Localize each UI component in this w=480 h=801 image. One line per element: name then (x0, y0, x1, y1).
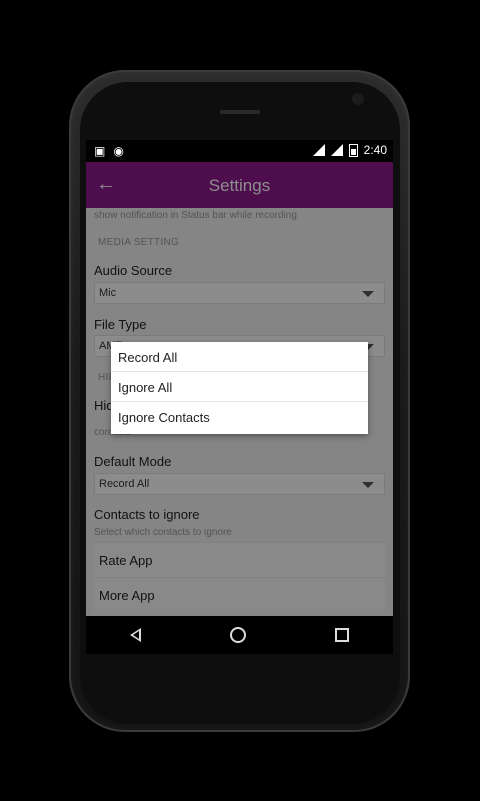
back-icon[interactable] (130, 628, 142, 642)
image-icon: ▣ (94, 144, 106, 158)
nav-bar (86, 616, 393, 654)
android-icon: ◉ (113, 144, 124, 158)
recent-apps-icon[interactable] (334, 628, 349, 642)
mode-dialog: Record All Ignore All Ignore Contacts (111, 342, 368, 434)
battery-icon (348, 143, 358, 157)
dialog-option-ignore-all[interactable]: Ignore All (111, 372, 368, 402)
home-icon[interactable] (229, 627, 246, 643)
dialog-option-record-all[interactable]: Record All (111, 342, 368, 372)
wifi-icon (312, 144, 325, 156)
front-camera (352, 93, 364, 105)
status-time: 2:40 (363, 143, 387, 157)
signal-icon (330, 144, 343, 156)
device-screen: ▣ ◉ 2:40 ← Settings show notification in… (86, 140, 393, 654)
dialog-option-ignore-contacts[interactable]: Ignore Contacts (111, 402, 368, 432)
status-bar: ▣ ◉ 2:40 (86, 140, 393, 162)
earpiece (220, 110, 260, 114)
